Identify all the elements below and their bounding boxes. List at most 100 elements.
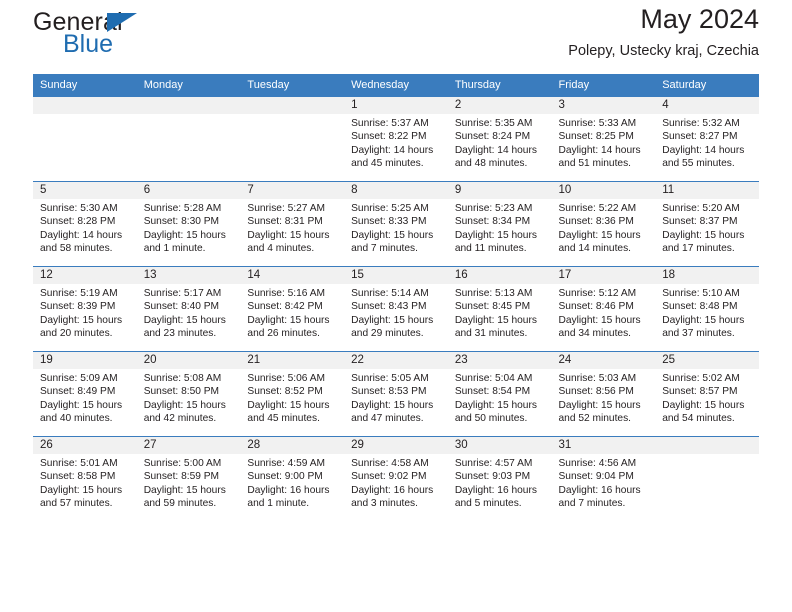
- calendar-day-cell[interactable]: 29 Sunrise: 4:58 AM Sunset: 9:02 PM Dayligh…: [344, 436, 448, 521]
- calendar-table: Sunday Monday Tuesday Wednesday Thursday…: [33, 74, 759, 521]
- sunset-text: Sunset: 8:31 PM: [247, 216, 323, 228]
- day-details: Sunrise: 5:06 AM Sunset: 8:52 PM Daylight:…: [240, 369, 344, 425]
- sunset-text: Sunset: 8:25 PM: [558, 131, 634, 143]
- sunrise-text: Sunrise: 5:16 AM: [247, 288, 325, 299]
- calendar-day-cell[interactable]: 26 Sunrise: 5:01 AM Sunset: 8:58 PM Dayligh…: [33, 436, 137, 521]
- daylight-text: Daylight: 14 hours and 48 minutes.: [454, 144, 537, 169]
- calendar-week-row: 26 Sunrise: 5:01 AM Sunset: 8:58 PM Dayligh…: [33, 436, 759, 521]
- day-number: 18: [655, 267, 759, 284]
- day-number: 7: [240, 182, 345, 199]
- calendar-day-cell[interactable]: 25 Sunrise: 5:02 AM Sunset: 8:57 PM Dayligh…: [655, 351, 759, 437]
- calendar-day-cell[interactable]: 30 Sunrise: 4:57 AM Sunset: 9:03 PM Dayligh…: [447, 436, 552, 521]
- day-number: 8: [344, 182, 448, 199]
- sunset-text: Sunset: 9:03 PM: [454, 471, 531, 483]
- sunset-text: Sunset: 8:54 PM: [454, 386, 531, 398]
- day-details: Sunrise: 4:59 AM Sunset: 9:00 PM Daylight:…: [240, 454, 344, 510]
- sunset-text: Sunset: 8:56 PM: [558, 386, 634, 398]
- day-details: Sunrise: 5:19 AM Sunset: 8:39 PM Daylight:…: [33, 284, 137, 340]
- sunrise-text: Sunrise: 5:22 AM: [558, 203, 637, 214]
- sunset-text: Sunset: 8:39 PM: [40, 301, 116, 313]
- calendar-day-cell[interactable]: 1 Sunrise: 5:37 AM Sunset: 8:22 PM Daylight…: [344, 96, 448, 182]
- sunrise-text: Sunrise: 5:13 AM: [454, 288, 533, 299]
- calendar-day-cell[interactable]: 24 Sunrise: 5:03 AM Sunset: 8:56 PM Dayligh…: [551, 351, 656, 437]
- page-header: General Blue May 2024 Polepy, Ustecky kr…: [33, 0, 759, 74]
- title-block: May 2024 Polepy, Ustecky kraj, Czechia: [568, 2, 759, 62]
- weekday-header-thursday: Thursday: [447, 74, 552, 97]
- calendar-week-row: 12 Sunrise: 5:19 AM Sunset: 8:39 PM Dayligh…: [33, 266, 759, 352]
- calendar-day-cell[interactable]: 11 Sunrise: 5:20 AM Sunset: 8:37 PM Dayligh…: [655, 181, 759, 267]
- sunrise-text: Sunrise: 5:02 AM: [662, 373, 740, 384]
- calendar-day-cell[interactable]: 20 Sunrise: 5:08 AM Sunset: 8:50 PM Dayligh…: [136, 351, 241, 437]
- sunrise-text: Sunrise: 5:30 AM: [40, 203, 118, 214]
- calendar-day-cell[interactable]: 18 Sunrise: 5:10 AM Sunset: 8:48 PM Dayligh…: [655, 266, 759, 352]
- sunset-text: Sunset: 8:59 PM: [143, 471, 220, 483]
- sunset-text: Sunset: 8:30 PM: [143, 216, 220, 228]
- sunset-text: Sunset: 8:46 PM: [558, 301, 634, 313]
- sunrise-text: Sunrise: 4:58 AM: [351, 458, 429, 469]
- calendar-day-cell[interactable]: 12 Sunrise: 5:19 AM Sunset: 8:39 PM Dayligh…: [33, 266, 137, 352]
- calendar-page: General Blue May 2024 Polepy, Ustecky kr…: [0, 0, 792, 612]
- general-blue-logo: General Blue: [33, 8, 253, 62]
- day-details: Sunrise: 5:27 AM Sunset: 8:31 PM Daylight:…: [240, 199, 344, 255]
- sunset-text: Sunset: 9:04 PM: [558, 471, 634, 483]
- day-details: Sunrise: 5:30 AM Sunset: 8:28 PM Daylight:…: [33, 199, 137, 255]
- day-details: Sunrise: 5:32 AM Sunset: 8:27 PM Daylight:…: [655, 114, 759, 170]
- calendar-day-cell[interactable]: 31 Sunrise: 4:56 AM Sunset: 9:04 PM Dayligh…: [551, 436, 656, 521]
- day-details: Sunrise: 5:22 AM Sunset: 8:36 PM Daylight:…: [552, 199, 656, 255]
- calendar-header-row: Sunday Monday Tuesday Wednesday Thursday…: [33, 74, 759, 97]
- calendar-day-cell[interactable]: 8 Sunrise: 5:25 AM Sunset: 8:33 PM Daylight…: [344, 181, 448, 267]
- weekday-header-sunday: Sunday: [33, 74, 137, 97]
- calendar-week-row: 1 Sunrise: 5:37 AM Sunset: 8:22 PM Daylight…: [33, 96, 759, 182]
- calendar-day-cell[interactable]: 16 Sunrise: 5:13 AM Sunset: 8:45 PM Dayligh…: [447, 266, 552, 352]
- daylight-text: Daylight: 15 hours and 11 minutes.: [454, 229, 537, 254]
- day-number: 25: [655, 352, 759, 369]
- day-details: Sunrise: 5:35 AM Sunset: 8:24 PM Daylight:…: [448, 114, 552, 170]
- sunset-text: Sunset: 8:37 PM: [662, 216, 738, 228]
- calendar-day-cell[interactable]: 27 Sunrise: 5:00 AM Sunset: 8:59 PM Dayligh…: [136, 436, 241, 521]
- day-details: Sunrise: 5:23 AM Sunset: 8:34 PM Daylight:…: [448, 199, 552, 255]
- calendar-day-cell[interactable]: 13 Sunrise: 5:17 AM Sunset: 8:40 PM Dayligh…: [136, 266, 241, 352]
- calendar-day-cell[interactable]: 9 Sunrise: 5:23 AM Sunset: 8:34 PM Daylight…: [447, 181, 552, 267]
- daylight-text: Daylight: 15 hours and 4 minutes.: [247, 229, 330, 254]
- day-number: 19: [33, 352, 137, 369]
- day-number: 3: [551, 97, 656, 114]
- calendar-day-cell[interactable]: 21 Sunrise: 5:06 AM Sunset: 8:52 PM Dayligh…: [240, 351, 345, 437]
- day-details: Sunrise: 4:58 AM Sunset: 9:02 PM Daylight:…: [344, 454, 448, 510]
- day-number: 13: [136, 267, 241, 284]
- daylight-text: Daylight: 15 hours and 52 minutes.: [558, 399, 641, 424]
- daylight-text: Daylight: 15 hours and 57 minutes.: [40, 484, 123, 509]
- calendar-day-cell[interactable]: 5 Sunrise: 5:30 AM Sunset: 8:28 PM Daylight…: [33, 181, 137, 267]
- calendar-day-cell[interactable]: 6 Sunrise: 5:28 AM Sunset: 8:30 PM Daylight…: [136, 181, 241, 267]
- day-number: 16: [447, 267, 552, 284]
- day-number: 15: [344, 267, 448, 284]
- day-number: 26: [33, 437, 137, 454]
- sunrise-text: Sunrise: 5:08 AM: [143, 373, 222, 384]
- sunrise-text: Sunrise: 5:32 AM: [662, 118, 740, 129]
- calendar-day-cell[interactable]: 17 Sunrise: 5:12 AM Sunset: 8:46 PM Dayligh…: [551, 266, 656, 352]
- sunset-text: Sunset: 8:45 PM: [454, 301, 531, 313]
- calendar-day-cell[interactable]: 14 Sunrise: 5:16 AM Sunset: 8:42 PM Dayligh…: [240, 266, 345, 352]
- sunset-text: Sunset: 8:58 PM: [40, 471, 116, 483]
- calendar-day-cell[interactable]: 23 Sunrise: 5:04 AM Sunset: 8:54 PM Dayligh…: [447, 351, 552, 437]
- daylight-text: Daylight: 15 hours and 29 minutes.: [351, 314, 434, 339]
- weekday-header-friday: Friday: [551, 74, 656, 97]
- sunrise-text: Sunrise: 5:28 AM: [143, 203, 222, 214]
- calendar-day-cell[interactable]: 19 Sunrise: 5:09 AM Sunset: 8:49 PM Dayligh…: [33, 351, 137, 437]
- calendar-day-cell[interactable]: 2 Sunrise: 5:35 AM Sunset: 8:24 PM Daylight…: [447, 96, 552, 182]
- day-details: Sunrise: 5:14 AM Sunset: 8:43 PM Daylight:…: [344, 284, 448, 340]
- day-details: Sunrise: 5:13 AM Sunset: 8:45 PM Daylight:…: [448, 284, 552, 340]
- calendar-day-cell[interactable]: 28 Sunrise: 4:59 AM Sunset: 9:00 PM Dayligh…: [240, 436, 345, 521]
- sunrise-text: Sunrise: 5:37 AM: [351, 118, 429, 129]
- day-details: Sunrise: 5:09 AM Sunset: 8:49 PM Daylight:…: [33, 369, 137, 425]
- daylight-text: Daylight: 15 hours and 45 minutes.: [247, 399, 330, 424]
- calendar-day-cell[interactable]: 3 Sunrise: 5:33 AM Sunset: 8:25 PM Daylight…: [551, 96, 656, 182]
- calendar-day-cell[interactable]: 15 Sunrise: 5:14 AM Sunset: 8:43 PM Dayligh…: [344, 266, 448, 352]
- day-details: Sunrise: 5:01 AM Sunset: 8:58 PM Daylight:…: [33, 454, 137, 510]
- calendar-day-cell[interactable]: 10 Sunrise: 5:22 AM Sunset: 8:36 PM Dayligh…: [551, 181, 656, 267]
- day-details: Sunrise: 5:03 AM Sunset: 8:56 PM Daylight:…: [552, 369, 656, 425]
- logo-text-blue: Blue: [63, 30, 114, 58]
- daylight-text: Daylight: 15 hours and 34 minutes.: [558, 314, 641, 339]
- calendar-day-cell[interactable]: 4 Sunrise: 5:32 AM Sunset: 8:27 PM Daylight…: [655, 96, 759, 182]
- calendar-day-cell[interactable]: 22 Sunrise: 5:05 AM Sunset: 8:53 PM Dayligh…: [344, 351, 448, 437]
- calendar-day-cell[interactable]: 7 Sunrise: 5:27 AM Sunset: 8:31 PM Daylight…: [240, 181, 345, 267]
